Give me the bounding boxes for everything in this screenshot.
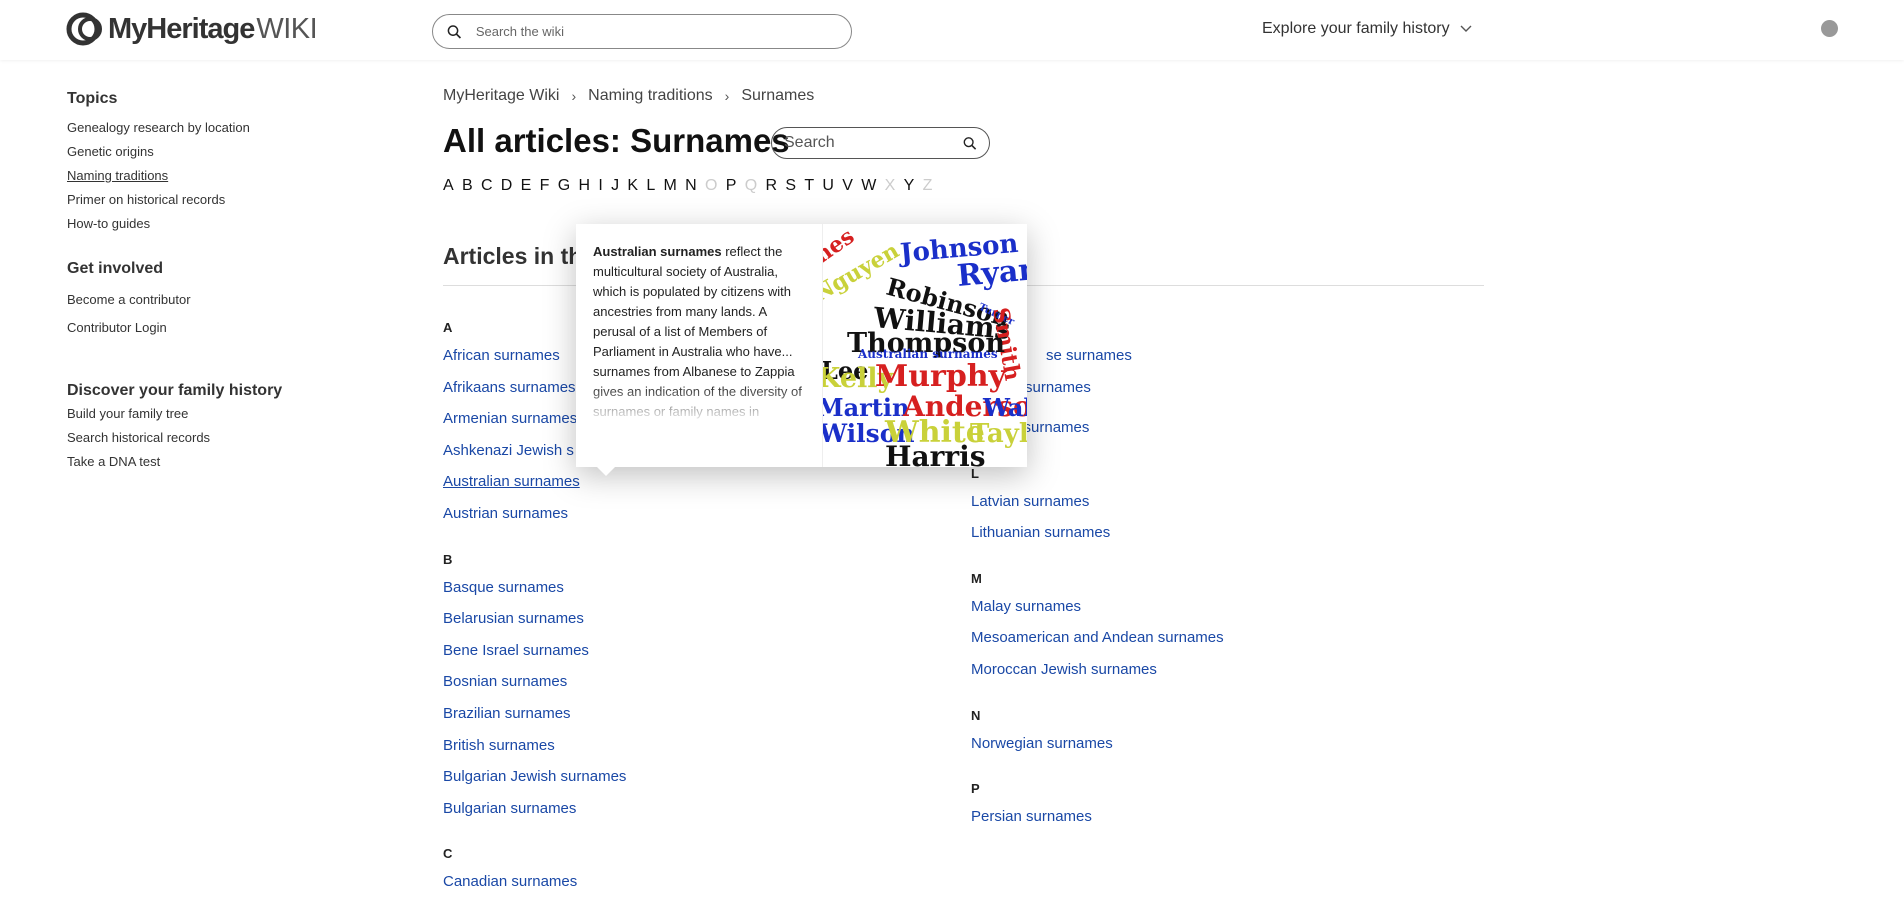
article-link-australian-surnames[interactable]: Australian surnames — [443, 472, 626, 504]
article-preview-popup[interactable]: Australian surnames reflect the multicul… — [576, 224, 1027, 467]
alpha-letter-k[interactable]: K — [627, 177, 638, 195]
article-link-lithuanian-surnames[interactable]: Lithuanian surnames — [971, 523, 1224, 555]
chevron-right-icon: › — [724, 88, 730, 104]
myheritage-logo[interactable]: MyHeritage WIKI — [66, 12, 318, 46]
sidebar-discover-heading: Discover your family history — [67, 382, 283, 399]
section-heading: Articles in th — [443, 243, 583, 269]
article-link-bene-israel-surnames[interactable]: Bene Israel surnames — [443, 641, 626, 673]
popup-title: Australian surnames — [593, 244, 722, 259]
sidebar-item-naming-traditions[interactable]: Naming traditions — [67, 164, 367, 188]
logo-text: MyHeritage — [108, 12, 255, 45]
alpha-letter-w[interactable]: W — [861, 177, 876, 195]
chevron-right-icon: › — [571, 88, 577, 104]
article-link-bosnian-surnames[interactable]: Bosnian surnames — [443, 672, 626, 704]
popup-arrow — [596, 466, 616, 476]
breadcrumb: MyHeritage Wiki › Naming traditions › Su… — [443, 87, 814, 105]
breadcrumb-home[interactable]: MyHeritage Wiki — [443, 87, 559, 105]
alpha-letter-b[interactable]: B — [462, 177, 473, 195]
article-link-austrian-surnames[interactable]: Austrian surnames — [443, 504, 626, 536]
chevron-down-icon — [1460, 25, 1472, 32]
sidebar-item-genetic-origins[interactable]: Genetic origins — [67, 140, 367, 164]
alpha-letter-n[interactable]: N — [685, 177, 697, 195]
alpha-letter-l[interactable]: L — [646, 177, 655, 195]
article-link-persian-surnames[interactable]: Persian surnames — [971, 807, 1224, 839]
alpha-letter-o: O — [705, 177, 718, 194]
sidebar: Topics Genealogy research by location Ge… — [67, 90, 367, 498]
article-link-basque-surnames[interactable]: Basque surnames — [443, 578, 626, 610]
article-link-bulgarian-surnames[interactable]: Bulgarian surnames — [443, 799, 626, 831]
alpha-letter-m[interactable]: M — [664, 177, 677, 195]
breadcrumb-current: Surnames — [741, 87, 815, 104]
alpha-letter-c[interactable]: C — [481, 177, 493, 195]
letter-heading-c: C — [443, 846, 453, 862]
letter-heading-m: M — [971, 570, 982, 586]
page-title: All articles: Surnames — [443, 122, 790, 159]
sidebar-item-become-contributor[interactable]: Become a contributor — [67, 286, 367, 314]
explore-label: Explore your family history — [1262, 20, 1450, 37]
logo-icon — [66, 12, 102, 46]
sidebar-item-genealogy-research[interactable]: Genealogy research by location — [67, 116, 367, 140]
alpha-letter-s[interactable]: S — [785, 177, 796, 195]
alpha-letter-q: Q — [744, 177, 758, 194]
wiki-search-box[interactable] — [432, 14, 852, 49]
alpha-letter-j[interactable]: J — [611, 177, 619, 195]
letter-heading-b: B — [443, 551, 453, 567]
wordcloud-word: Murphy — [875, 359, 1008, 394]
search-icon[interactable] — [963, 136, 977, 151]
letter-heading-p: P — [971, 781, 980, 797]
alpha-letter-v[interactable]: V — [842, 177, 853, 195]
article-link-malay-surnames[interactable]: Malay surnames — [971, 597, 1224, 629]
article-search-input[interactable] — [784, 134, 964, 152]
alpha-letter-e[interactable]: E — [521, 177, 532, 195]
alpha-letter-p[interactable]: P — [726, 177, 737, 195]
alpha-letter-x: X — [884, 177, 896, 194]
sidebar-item-how-to-guides[interactable]: How-to guides — [67, 212, 367, 236]
article-link-norwegian-surnames[interactable]: Norwegian surnames — [971, 734, 1224, 766]
alpha-letter-y[interactable]: Y — [904, 177, 915, 195]
sidebar-item-contributor-login[interactable]: Contributor Login — [67, 314, 367, 342]
wordcloud-word: Walker — [982, 393, 1027, 422]
alphabet-index: ABCDEFGHIJKLMNOPQRSTUVWXYZ — [443, 177, 941, 195]
accessibility-icon[interactable] — [1821, 20, 1838, 37]
sidebar-topics-heading: Topics — [67, 90, 118, 107]
wordcloud-word: Brown — [871, 463, 958, 467]
alpha-letter-f[interactable]: F — [540, 177, 550, 195]
popup-image[interactable]: nes Johnson Ryan Nguyen Robinson Turner Willia… — [822, 224, 1027, 467]
sidebar-item-dna-test[interactable]: Take a DNA test — [67, 450, 367, 474]
alpha-letter-z: Z — [922, 177, 933, 194]
article-link-canadian-surnames[interactable]: Canadian surnames — [443, 872, 626, 904]
site-header: MyHeritage WIKI Explore your family hist… — [0, 0, 1904, 60]
article-link-british-surnames[interactable]: British surnames — [443, 736, 626, 768]
article-link-belarusian-surnames[interactable]: Belarusian surnames — [443, 609, 626, 641]
article-link-bulgarian-jewish-surnames[interactable]: Bulgarian Jewish surnames — [443, 767, 626, 799]
alpha-letter-d[interactable]: D — [501, 177, 513, 195]
alpha-letter-i[interactable]: I — [598, 177, 602, 195]
wiki-search-input[interactable] — [475, 24, 837, 39]
alpha-letter-a[interactable]: A — [443, 177, 454, 195]
sidebar-item-build-tree[interactable]: Build your family tree — [67, 402, 367, 426]
sidebar-involved-heading: Get involved — [67, 260, 164, 277]
wordcloud-word: Ryan — [956, 252, 1027, 294]
alpha-letter-t[interactable]: T — [804, 177, 814, 195]
alpha-letter-h[interactable]: H — [578, 177, 590, 195]
article-link-moroccan-jewish-surnames[interactable]: Moroccan Jewish surnames — [971, 660, 1224, 692]
explore-menu[interactable]: Explore your family history — [1262, 20, 1472, 38]
article-search-box[interactable] — [771, 127, 990, 159]
search-icon[interactable] — [447, 24, 462, 40]
article-link-mesoamerican-and-andean-surnames[interactable]: Mesoamerican and Andean surnames — [971, 628, 1224, 660]
letter-heading-n: N — [971, 707, 981, 723]
sidebar-item-search-records[interactable]: Search historical records — [67, 426, 367, 450]
article-link-latvian-surnames[interactable]: Latvian surnames — [971, 492, 1224, 524]
alpha-letter-g[interactable]: G — [558, 177, 570, 195]
alpha-letter-u[interactable]: U — [822, 177, 834, 195]
wordcloud-image: nes JohnsonRyanNguyenRobinsonTurnerWillia… — [823, 224, 1027, 467]
sidebar-item-primer-records[interactable]: Primer on historical records — [67, 188, 367, 212]
logo-wiki: WIKI — [256, 12, 318, 45]
popup-text: Australian surnames reflect the multicul… — [576, 224, 822, 424]
alpha-letter-r[interactable]: R — [765, 177, 777, 195]
article-link-brazilian-surnames[interactable]: Brazilian surnames — [443, 704, 626, 736]
breadcrumb-naming-traditions[interactable]: Naming traditions — [588, 87, 713, 105]
